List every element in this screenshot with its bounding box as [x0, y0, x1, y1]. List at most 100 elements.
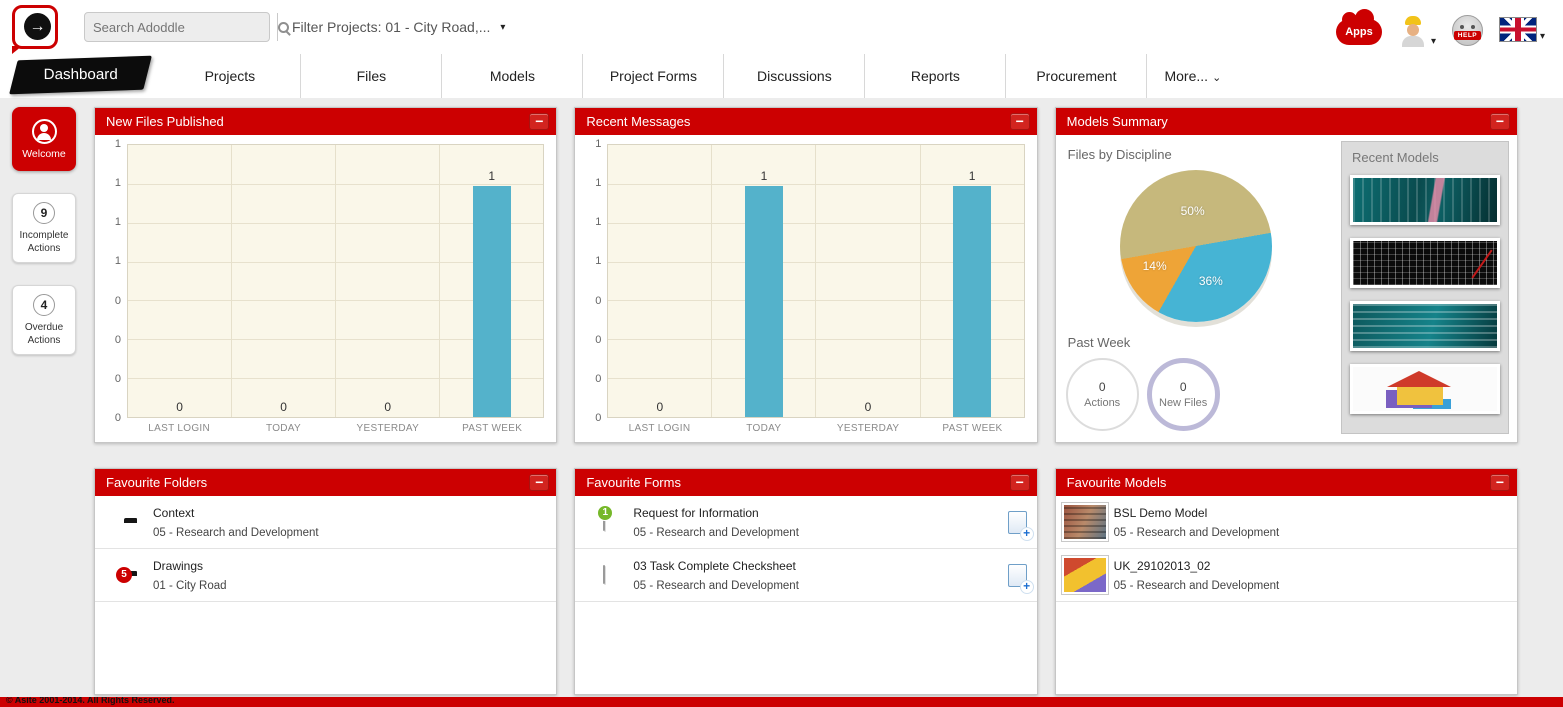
create-form-button[interactable]: +	[1008, 511, 1027, 534]
tab-files[interactable]: Files	[300, 54, 441, 98]
favourite-model-row[interactable]: UK_29102013_02 05 - Research and Develop…	[1056, 549, 1517, 602]
chart-column: 1	[712, 145, 816, 417]
uk-flag-icon	[1499, 17, 1537, 42]
x-axis: LAST LOGINTODAYYESTERDAYPAST WEEK	[127, 418, 544, 439]
y-tick-label: 1	[115, 255, 121, 267]
minimize-button[interactable]: −	[1010, 113, 1030, 130]
bar-value-label: 0	[336, 400, 439, 414]
recent-model-thumbnail[interactable]	[1350, 238, 1500, 288]
folder-project: 01 - City Road	[153, 580, 546, 592]
y-tick-label: 1	[115, 138, 121, 150]
caret-down-icon: ▾	[1540, 31, 1545, 42]
create-form-button[interactable]: +	[1008, 564, 1027, 587]
sidebar-item-welcome[interactable]: Welcome	[12, 107, 76, 171]
x-axis-label: TODAY	[712, 423, 816, 434]
panel-title: Favourite Models	[1067, 475, 1167, 490]
user-menu[interactable]: ▾	[1398, 11, 1436, 47]
pie-slice-label: 36%	[1199, 274, 1223, 288]
x-axis-label: YESTERDAY	[816, 423, 920, 434]
chart-column: 1	[921, 145, 1024, 417]
caret-down-icon: ▾	[1431, 36, 1436, 47]
actions-stat-circle: 0 Actions	[1066, 358, 1139, 431]
tab-projects[interactable]: Projects	[159, 54, 300, 98]
project-filter-dropdown[interactable]: Filter Projects: 01 - City Road,... ▾	[292, 19, 505, 35]
minimize-button[interactable]: −	[1490, 474, 1510, 491]
favourite-form-row[interactable]: 1 Request for Information 05 - Research …	[575, 496, 1036, 549]
dashboard-main: New Files Published − 11110000 0001 LAST…	[88, 107, 1563, 697]
apps-button[interactable]: Apps	[1336, 19, 1382, 45]
incomplete-actions-label: Incomplete Actions	[16, 229, 72, 255]
overdue-actions-label: Overdue Actions	[16, 321, 72, 347]
model-thumbnail	[1061, 555, 1109, 595]
y-tick-label: 1	[595, 255, 601, 267]
chart-column: 0	[336, 145, 440, 417]
tab-discussions[interactable]: Discussions	[723, 54, 864, 98]
actions-label: Actions	[1084, 397, 1120, 409]
model-project: 05 - Research and Development	[1114, 527, 1507, 539]
recent-messages-bar-chart: 11110000 0101 LAST LOGINTODAYYESTERDAYPA…	[575, 135, 1036, 442]
tab-reports[interactable]: Reports	[864, 54, 1005, 98]
tab-models[interactable]: Models	[441, 54, 582, 98]
minimize-button[interactable]: −	[1010, 474, 1030, 491]
bar	[953, 186, 991, 417]
top-bar: → Filter Projects: 01 - City Road,... ▾ …	[0, 0, 1563, 54]
x-axis-label: PAST WEEK	[440, 423, 544, 434]
recent-model-thumbnail[interactable]	[1350, 364, 1500, 414]
overdue-actions-card[interactable]: 4 Overdue Actions	[12, 285, 76, 355]
tab-dashboard[interactable]: Dashboard	[9, 56, 152, 95]
favourite-model-row[interactable]: BSL Demo Model 05 - Research and Develop…	[1056, 496, 1517, 549]
recent-model-thumbnail[interactable]	[1350, 175, 1500, 225]
favourite-folder-row[interactable]: Context 05 - Research and Development	[95, 496, 556, 549]
favourite-form-row[interactable]: 03 Task Complete Checksheet 05 - Researc…	[575, 549, 1036, 602]
topbar-right-cluster: Apps ▾ HELP ▾	[1336, 7, 1545, 47]
tab-project-forms[interactable]: Project Forms	[582, 54, 723, 98]
folder-title: Drawings	[153, 559, 546, 573]
favourite-folder-row[interactable]: 5 Drawings 01 - City Road	[95, 549, 556, 602]
minimize-button[interactable]: −	[529, 474, 549, 491]
x-axis-label: LAST LOGIN	[127, 423, 231, 434]
chart-column: 0	[128, 145, 232, 417]
minimize-button[interactable]: −	[1490, 113, 1510, 130]
tab-procurement[interactable]: Procurement	[1005, 54, 1146, 98]
chart-column: 0	[816, 145, 920, 417]
tab-more[interactable]: More...⌄	[1146, 54, 1238, 98]
model-project: 05 - Research and Development	[1114, 580, 1507, 592]
help-button[interactable]: HELP	[1452, 15, 1483, 46]
new-files-label: New Files	[1159, 397, 1207, 409]
search-icon	[278, 22, 289, 33]
y-tick-label: 1	[595, 138, 601, 150]
recent-model-thumbnail[interactable]	[1350, 301, 1500, 351]
y-tick-label: 0	[115, 412, 121, 424]
incomplete-actions-count: 9	[33, 202, 55, 224]
form-project: 05 - Research and Development	[633, 580, 1007, 592]
main-nav: Dashboard Projects Files Models Project …	[0, 54, 1563, 98]
model-render-image	[1353, 178, 1497, 222]
incomplete-actions-card[interactable]: 9 Incomplete Actions	[12, 193, 76, 263]
bar-value-label: 0	[232, 400, 335, 414]
form-title: 03 Task Complete Checksheet	[633, 559, 1007, 573]
x-axis-label: YESTERDAY	[336, 423, 440, 434]
caret-down-icon: ▾	[500, 22, 505, 33]
recent-models-box: Recent Models	[1341, 141, 1509, 434]
chart-column: 0	[608, 145, 712, 417]
form-title: Request for Information	[633, 506, 1007, 520]
minimize-button[interactable]: −	[529, 113, 549, 130]
panel-favourite-models: Favourite Models − BSL Demo Model 05 - R…	[1055, 468, 1518, 695]
overdue-actions-count: 4	[33, 294, 55, 316]
panel-favourite-folders: Favourite Folders − Context 05 - Researc…	[94, 468, 557, 695]
x-axis-label: PAST WEEK	[920, 423, 1024, 434]
bar-value-label: 1	[921, 169, 1024, 183]
search-button[interactable]	[277, 13, 289, 41]
bar	[745, 186, 783, 417]
bar-value-label: 0	[816, 400, 919, 414]
model-render-image	[1353, 367, 1497, 411]
asite-logo[interactable]: →	[12, 5, 58, 49]
chart-column: 1	[440, 145, 543, 417]
sidebar: Welcome 9 Incomplete Actions 4 Overdue A…	[0, 107, 88, 697]
chevron-down-icon: ⌄	[1212, 72, 1221, 84]
search-input[interactable]	[85, 20, 277, 35]
folder-project: 05 - Research and Development	[153, 527, 546, 539]
count-badge: 1	[597, 505, 613, 521]
language-selector[interactable]: ▾	[1499, 11, 1545, 42]
x-axis-label: TODAY	[231, 423, 335, 434]
